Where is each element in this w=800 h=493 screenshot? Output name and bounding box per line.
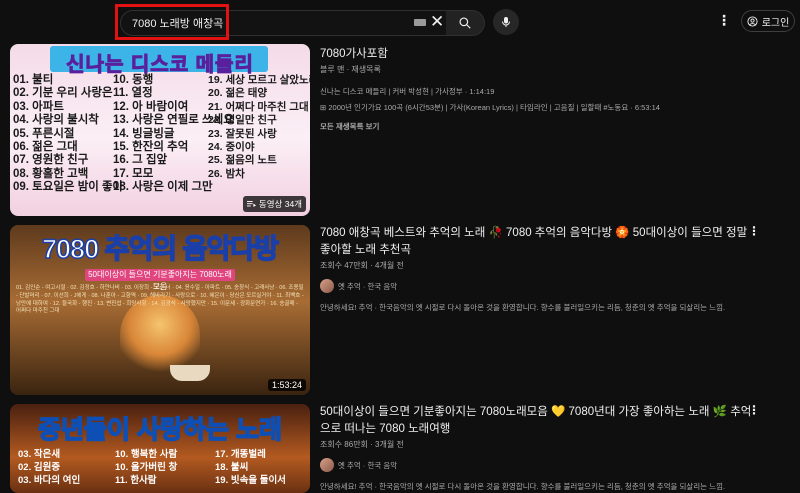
result-description: 안녕하세요! 추억 · 한국음악의 옛 시절로 다시 돌아온 것을 환영합니다.… — [320, 482, 726, 491]
playlist-count-badge: 동영상 34개 — [242, 196, 306, 212]
top-bar: 7080 노래방 애창곡 ✕ ⋮ 로그인 — [0, 0, 800, 42]
result-info-1: 7080가사포함 블루 맨 · 재생목록 신나는 디스코 메들리 | 커버 박성… — [320, 46, 760, 132]
channel-name[interactable]: 옛 추억 · 한국 음악 — [338, 460, 397, 471]
result-title[interactable]: 50대이상이 들으면 기분좋아지는 7080노래모음 💛 7080년대 가장 좋… — [320, 404, 760, 438]
result-info-3: 50대이상이 들으면 기분좋아지는 7080노래모음 💛 7080년대 가장 좋… — [320, 404, 760, 492]
channel-avatar[interactable] — [320, 458, 334, 472]
more-vert-icon[interactable]: ⋮ — [717, 12, 731, 29]
search-query: 7080 노래방 애창곡 — [132, 18, 224, 30]
search-icon — [459, 17, 471, 29]
channel-row[interactable]: 옛 추억 · 한국 음악 — [320, 279, 760, 293]
channel-avatar[interactable] — [320, 279, 334, 293]
video-thumbnail[interactable]: 중년들이 사랑하는 노래 03. 작은새 02. 김원중 03. 바다의 여인 10… — [10, 404, 310, 493]
thumb-songs-col3: 17. 개똥벌레 18. 불씨 19. 빗속을 둘이서 — [215, 449, 286, 486]
login-button[interactable]: 로그인 — [741, 10, 795, 32]
view-full-playlist-link[interactable]: 모든 재생목록 보기 — [320, 121, 760, 132]
login-label: 로그인 — [761, 17, 790, 29]
channel-row[interactable]: 옛 추억 · 한국 음악 — [320, 458, 760, 472]
account-circle-icon — [747, 15, 758, 27]
keyboard-icon[interactable] — [414, 19, 426, 26]
thumb-songs-col1: 01. 불티 02. 기분 우리 사랑은 03. 아파트 04. 사랑의 불시착 0… — [13, 74, 124, 194]
thumb-subtitle: 50대이상이 들으면 기분좋아지는 7080노래모음 — [85, 269, 235, 291]
playlist-video-2[interactable]: ⊞ 2000년 인기가요 100곡 (6시간53분) | 가사(Korean L… — [320, 102, 760, 113]
result-title[interactable]: 7080가사포함 — [320, 46, 760, 63]
close-icon[interactable]: ✕ — [430, 13, 444, 31]
result-info-2: 7080 애창곡 베스트와 추억의 노래 🥀 7080 추억의 음악다방 🏵️ … — [320, 225, 760, 313]
more-vert-icon[interactable]: ⋮ — [748, 403, 760, 417]
mic-icon — [502, 17, 510, 27]
badge-label: 동영상 34개 — [258, 199, 302, 209]
thumb-title: 중년들이 사랑하는 노래 — [37, 415, 282, 445]
video-duration: 1:53:24 — [267, 379, 306, 391]
thumb-songs-col3: 19. 세상 모르고 살았노라 20. 젊은 태양 21. 어쩌다 마주친 그대 2… — [208, 74, 310, 180]
result-meta: 조회수 86만회 · 3개월 전 — [320, 440, 404, 449]
thumb-songs-col2: 10. 행복한 사람 10. 올가버린 창 11. 한사람 — [115, 449, 178, 486]
more-vert-icon[interactable]: ⋮ — [748, 224, 760, 238]
thumb-song-list: 01. 김인순 - 여고시절 · 02. 김정호 - 하얀나비 · 03. 이장… — [16, 285, 304, 315]
playlist-video-1[interactable]: 신나는 디스코 메들리 | 커버 박성현 | 가사정부 · 1:14:19 — [320, 86, 760, 97]
thumb-title: 신나는 디스코 메들리 — [66, 54, 254, 77]
search-button[interactable] — [446, 10, 485, 36]
voice-search-button[interactable] — [493, 9, 519, 35]
playlist-thumbnail[interactable]: 신나는 디스코 메들리 01. 불티 02. 기분 우리 사랑은 03. 아파트 0… — [10, 44, 310, 216]
playlist-icon: ⊞ — [320, 103, 327, 112]
result-description: 안녕하세요! 추억 · 한국음악의 옛 시절로 다시 돌아온 것을 환영합니다.… — [320, 303, 726, 312]
result-meta[interactable]: 블루 맨 · 재생목록 — [320, 64, 760, 75]
coffee-cup-image — [170, 365, 210, 381]
video-thumbnail[interactable]: 7080 추억의 음악다방 50대이상이 들으면 기분좋아지는 7080노래모음… — [10, 225, 310, 395]
playlist-icon — [246, 201, 256, 207]
channel-name[interactable]: 옛 추억 · 한국 음악 — [338, 281, 397, 292]
thumb-songs-col1: 03. 작은새 02. 김원중 03. 바다의 여인 — [18, 449, 81, 486]
thumb-title: 7080 추억의 음악다방 — [41, 233, 279, 265]
result-title[interactable]: 7080 애창곡 베스트와 추억의 노래 🥀 7080 추억의 음악다방 🏵️ … — [320, 225, 760, 259]
result-meta: 조회수 47만회 · 4개월 전 — [320, 261, 404, 270]
search-input[interactable]: 7080 노래방 애창곡 ✕ — [120, 10, 448, 36]
